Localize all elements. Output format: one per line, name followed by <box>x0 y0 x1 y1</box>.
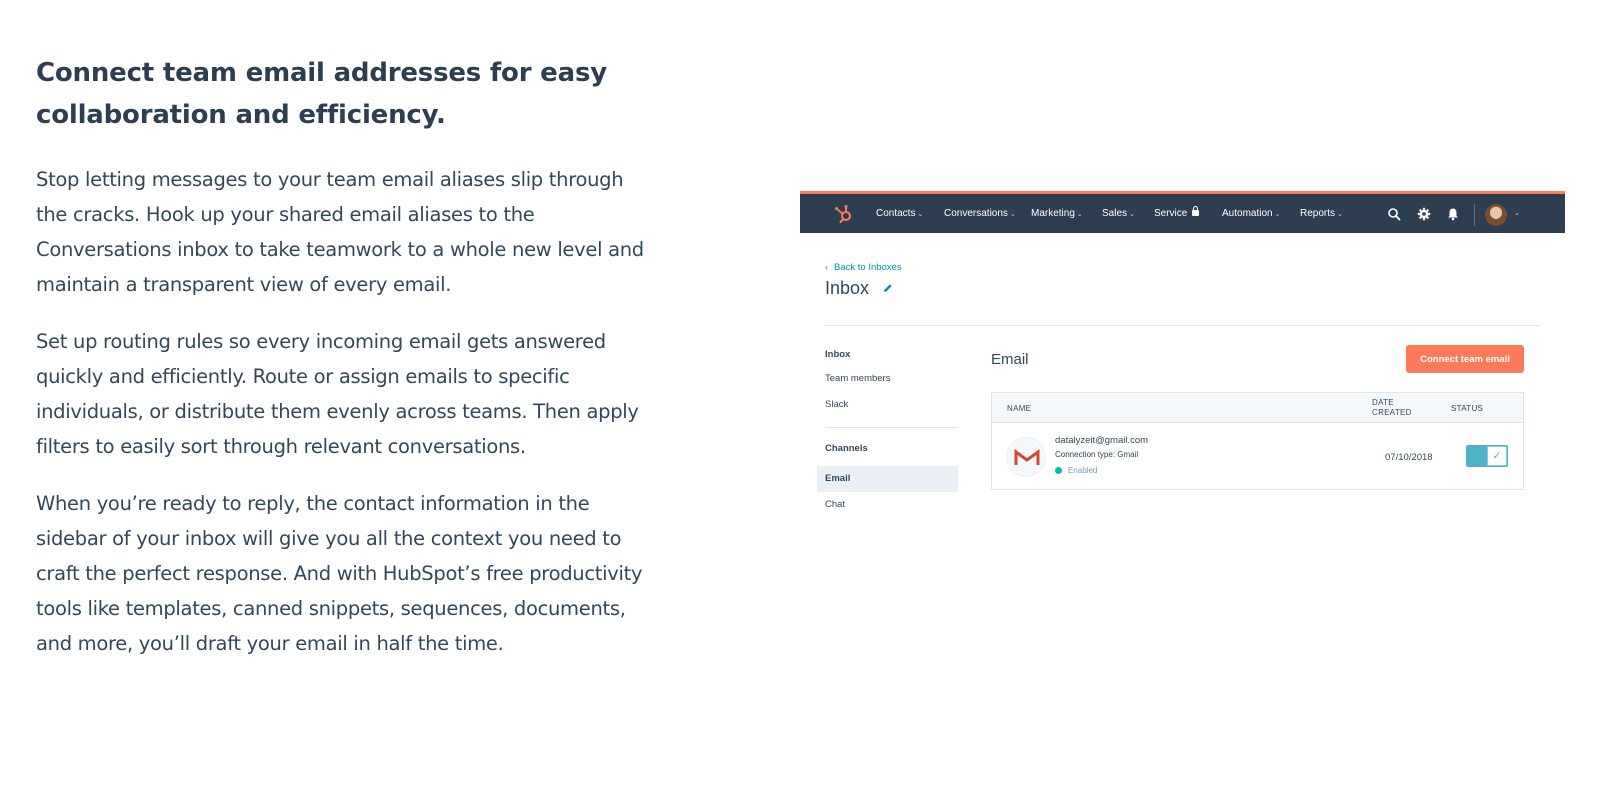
hubspot-logo-icon[interactable] <box>834 204 854 224</box>
sidebar-group-inbox: Inbox <box>825 349 851 360</box>
nav-conversations[interactable]: Conversations ⌄ <box>944 208 1016 219</box>
top-navigation-bar: Contacts ⌄ Conversations ⌄ Marketing ⌄ Sale… <box>800 191 1565 233</box>
status-label: Enabled <box>1068 466 1098 475</box>
nav-marketing-label: Marketing <box>1031 208 1075 219</box>
chevron-down-icon: ⌄ <box>917 211 924 218</box>
status-enabled: Enabled <box>1055 466 1097 475</box>
sidebar-item-team-members[interactable]: Team members <box>825 373 890 384</box>
status-toggle[interactable]: ✓ <box>1466 445 1508 467</box>
article-heading: Connect team email addresses for easy co… <box>36 58 607 130</box>
column-header-name[interactable]: NAME <box>1007 404 1031 413</box>
lock-icon <box>1192 206 1200 216</box>
nav-service[interactable]: Service <box>1154 206 1200 219</box>
header-divider <box>825 325 1540 326</box>
gear-icon[interactable] <box>1417 207 1431 221</box>
article-paragraph-2: Set up routing rules so every incoming e… <box>36 330 639 458</box>
nav-sales[interactable]: Sales ⌄ <box>1102 208 1135 219</box>
back-link-label: Back to Inboxes <box>834 262 902 273</box>
nav-reports-label: Reports <box>1300 208 1336 219</box>
chevron-down-icon: ⌄ <box>1337 211 1343 218</box>
column-header-status[interactable]: STATUS <box>1451 404 1483 413</box>
date-created: 07/10/2018 <box>1385 452 1433 463</box>
nav-marketing[interactable]: Marketing ⌄ <box>1031 208 1083 219</box>
gmail-icon <box>1006 437 1046 477</box>
chevron-down-icon: ⌄ <box>1129 211 1135 218</box>
search-icon[interactable] <box>1387 207 1401 221</box>
email-table: NAME DATE CREATED STATUS datalyzeit@gmai… <box>991 392 1524 490</box>
back-to-inboxes-link[interactable]: ‹ Back to Inboxes <box>825 262 902 273</box>
chevron-left-icon: ‹ <box>825 262 828 272</box>
nav-automation-label: Automation <box>1222 208 1273 219</box>
sidebar-item-chat[interactable]: Chat <box>825 499 845 510</box>
nav-divider <box>1474 204 1475 226</box>
sidebar-item-slack[interactable]: Slack <box>825 399 848 410</box>
chevron-down-icon: ⌄ <box>1009 211 1016 218</box>
nav-automation[interactable]: Automation ⌄ <box>1222 208 1280 219</box>
article-paragraph-1: Stop letting messages to your team email… <box>36 168 644 296</box>
bell-icon[interactable] <box>1446 207 1460 221</box>
edit-pencil-icon[interactable] <box>883 283 893 293</box>
nav-contacts-label: Contacts <box>876 208 916 219</box>
chevron-down-icon: ⌄ <box>1274 211 1281 218</box>
sidebar-divider <box>825 427 958 428</box>
section-title: Email <box>991 351 1029 368</box>
table-header: NAME DATE CREATED STATUS <box>992 393 1523 423</box>
page-title: Inbox <box>825 278 870 298</box>
column-header-date-line1[interactable]: DATE <box>1372 398 1394 407</box>
article-paragraph-3: When you’re ready to reply, the contact … <box>36 492 643 655</box>
connection-type: Connection type: Gmail <box>1055 450 1139 459</box>
sidebar-group-channels: Channels <box>825 443 868 454</box>
nav-conversations-label: Conversations <box>944 208 1008 219</box>
nav-contacts[interactable]: Contacts ⌄ <box>876 208 923 219</box>
chevron-down-icon[interactable]: ⌄ <box>1514 209 1520 217</box>
email-address[interactable]: datalyzeit@gmail.com <box>1055 435 1148 446</box>
app-screenshot: Contacts ⌄ Conversations ⌄ Marketing ⌄ Sale… <box>800 191 1565 531</box>
column-header-date-line2[interactable]: CREATED <box>1372 408 1412 417</box>
nav-sales-label: Sales <box>1102 208 1128 219</box>
nav-service-label: Service <box>1154 208 1188 219</box>
nav-reports[interactable]: Reports ⌄ <box>1300 208 1343 219</box>
checkmark-icon: ✓ <box>1487 446 1507 466</box>
chevron-down-icon: ⌄ <box>1076 211 1083 218</box>
connect-team-email-button[interactable]: Connect team email <box>1406 345 1524 373</box>
user-avatar[interactable] <box>1485 204 1507 226</box>
status-dot-icon <box>1055 467 1062 474</box>
article: Connect team email addresses for easy co… <box>36 52 656 661</box>
sidebar-item-email[interactable]: Email <box>825 473 850 484</box>
